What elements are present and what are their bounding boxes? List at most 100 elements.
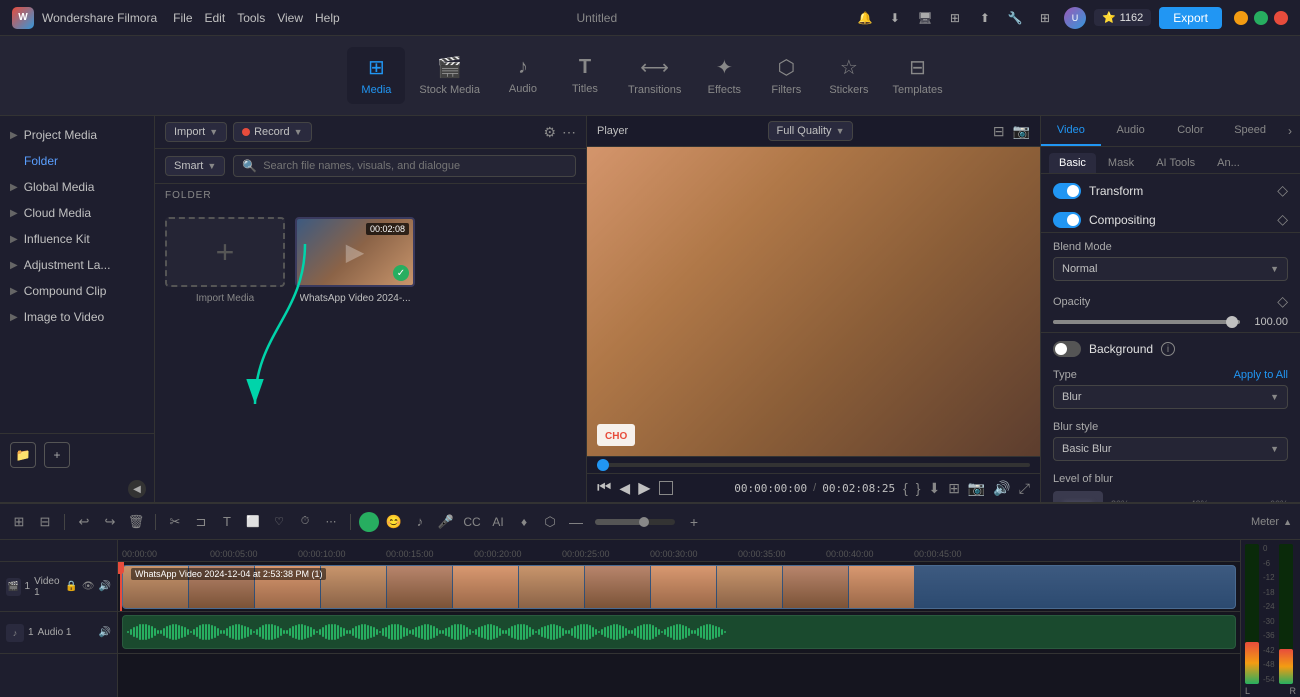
tab-color[interactable]: Color — [1161, 116, 1221, 146]
menu-view[interactable]: View — [277, 11, 303, 25]
download-icon[interactable]: ⬇ — [884, 7, 906, 29]
background-info-icon[interactable]: i — [1161, 342, 1175, 356]
tl-delete[interactable]: 🗑 — [125, 511, 147, 533]
tab-speed[interactable]: Speed — [1220, 116, 1280, 146]
media-item-whatsapp[interactable]: ▶ 00:02:08 ✓ WhatsApp Video 2024-... — [295, 217, 415, 304]
sidebar-item-global-media[interactable]: ▶ Global Media — [0, 174, 154, 200]
export-button[interactable]: Export — [1159, 7, 1222, 29]
tl-trim[interactable]: ⊐ — [190, 511, 212, 533]
search-input[interactable] — [263, 160, 567, 172]
transform-toggle[interactable] — [1053, 183, 1081, 199]
compositing-toggle[interactable] — [1053, 212, 1081, 228]
menu-tools[interactable]: Tools — [237, 11, 265, 25]
mark-out-button[interactable]: } — [916, 480, 921, 496]
menu-edit[interactable]: Edit — [205, 11, 226, 25]
sidebar-item-project-media[interactable]: ▶ Project Media — [0, 122, 154, 148]
subtab-mask[interactable]: Mask — [1098, 153, 1144, 173]
tl-speed-btn[interactable]: ⏱ — [294, 511, 316, 533]
sidebar-item-influence-kit[interactable]: ▶ Influence Kit — [0, 226, 154, 252]
tab-audio[interactable]: Audio — [1101, 116, 1161, 146]
preview-snapshot-icon[interactable]: 📷 — [1013, 123, 1030, 140]
window-maximize[interactable] — [1254, 11, 1268, 25]
tool-stock-media[interactable]: 🎬 Stock Media — [409, 47, 490, 104]
credits-display[interactable]: ⭐ 1162 — [1094, 9, 1151, 26]
tl-more-btn[interactable]: ⋯ — [320, 511, 342, 533]
prev-frame-button[interactable]: ◀ — [619, 480, 630, 497]
tool-audio[interactable]: ♪ Audio — [494, 48, 552, 103]
tool-templates[interactable]: ⊟ Templates — [882, 47, 952, 104]
tl-plus-btn[interactable]: + — [683, 511, 705, 533]
play-button[interactable]: ▶ — [638, 478, 650, 498]
smart-filter-button[interactable]: Smart ▼ — [165, 156, 225, 176]
playback-bar-container[interactable] — [597, 463, 1030, 467]
more-tabs-button[interactable]: › — [1280, 116, 1300, 146]
tl-translate-btn[interactable]: ♦ — [513, 511, 535, 533]
more-options-icon[interactable]: ⋯ — [562, 124, 576, 141]
expand-preview-button[interactable]: ⤢ — [1019, 480, 1030, 497]
opacity-slider[interactable] — [1053, 320, 1240, 324]
tl-undo[interactable]: ↩ — [73, 511, 95, 533]
sidebar-item-image-to-video[interactable]: ▶ Image to Video — [0, 304, 154, 330]
plugin-icon[interactable]: 🔧 — [1004, 7, 1026, 29]
tl-ai2-btn[interactable]: AI — [487, 511, 509, 533]
sidebar-collapse-button[interactable]: ◀ — [128, 480, 146, 498]
add-item-button[interactable]: + — [44, 442, 70, 468]
notification-bell[interactable]: 🔔 — [854, 7, 876, 29]
record-button[interactable]: Record ▼ — [233, 122, 311, 142]
apps-icon[interactable]: ⊞ — [1034, 7, 1056, 29]
tl-ai-btn[interactable]: ♡ — [268, 511, 290, 533]
tool-stickers[interactable]: ☆ Stickers — [819, 47, 878, 104]
video-mute-icon[interactable]: 🔊 — [99, 581, 111, 592]
tl-add-track[interactable]: ⊞ — [8, 511, 30, 533]
video-eye-icon[interactable]: 👁 — [82, 581, 95, 592]
subtab-ai-tools[interactable]: AI Tools — [1146, 153, 1205, 173]
compositing-expand-icon[interactable]: ◇ — [1277, 211, 1288, 228]
apply-all-button[interactable]: Apply to All — [1234, 369, 1288, 381]
menu-help[interactable]: Help — [315, 11, 340, 25]
full-screen-preview[interactable]: ⊞ — [948, 480, 960, 497]
tl-emoji-btn[interactable]: 😊 — [383, 511, 405, 533]
compositing-expand-icon-2[interactable]: ◇ — [1277, 293, 1288, 310]
blur-style-select[interactable]: Basic Blur ▼ — [1053, 437, 1288, 461]
tl-minus-btn[interactable]: — — [565, 511, 587, 533]
quality-select[interactable]: Full Quality ▼ — [768, 121, 854, 141]
tab-video[interactable]: Video — [1041, 116, 1101, 146]
import-media-item[interactable]: + Import Media — [165, 217, 285, 304]
audio-mute-icon[interactable]: 🔊 — [99, 627, 111, 638]
tool-media[interactable]: ⊞ Media — [347, 47, 405, 104]
import-button[interactable]: Import ▼ — [165, 122, 227, 142]
preview-aspect-icon[interactable]: ⊟ — [993, 123, 1005, 140]
mark-in-button[interactable]: { — [903, 480, 908, 496]
tl-green-indicator[interactable] — [359, 512, 379, 532]
tool-titles[interactable]: T Titles — [556, 48, 614, 103]
blend-mode-select[interactable]: Normal ▼ — [1053, 257, 1288, 281]
tool-filters[interactable]: ⬡ Filters — [757, 47, 815, 104]
filter-settings-icon[interactable]: ⚙ — [543, 124, 556, 141]
playhead-thumb[interactable] — [597, 459, 609, 471]
sidebar-item-compound-clip[interactable]: ▶ Compound Clip — [0, 278, 154, 304]
add-folder-button[interactable]: 📁 — [10, 442, 36, 468]
sidebar-item-folder[interactable]: Folder — [0, 148, 154, 174]
type-select[interactable]: Blur ▼ — [1053, 385, 1288, 409]
video-clip[interactable]: WhatsApp Video 2024-12-04 at 2:53:38 PM … — [122, 565, 1236, 609]
search-bar[interactable]: 🔍 — [233, 155, 576, 177]
meter-button[interactable]: Meter ▲ — [1251, 516, 1292, 528]
snapshot-button[interactable]: 📷 — [968, 480, 985, 497]
tl-subtitle-btn[interactable]: CC — [461, 511, 483, 533]
audio-clip[interactable]: document.write(Array.from({length:200},(… — [122, 615, 1236, 649]
extract-button[interactable]: ⬇ — [928, 480, 940, 497]
grid-icon[interactable]: ⊞ — [944, 7, 966, 29]
stop-button[interactable] — [659, 481, 673, 495]
subtab-basic[interactable]: Basic — [1049, 153, 1096, 173]
volume-button[interactable]: 🔊 — [993, 480, 1010, 497]
tl-settings[interactable]: ⊟ — [34, 511, 56, 533]
sidebar-item-adjustment[interactable]: ▶ Adjustment La... — [0, 252, 154, 278]
sidebar-item-cloud-media[interactable]: ▶ Cloud Media — [0, 200, 154, 226]
video-lock-icon[interactable]: 🔒 — [65, 581, 77, 592]
upload-icon[interactable]: ⬆ — [974, 7, 996, 29]
menu-file[interactable]: File — [173, 11, 192, 25]
tl-text[interactable]: T — [216, 511, 238, 533]
opacity-thumb[interactable] — [1226, 316, 1238, 328]
tl-zoom-slider[interactable] — [595, 519, 675, 525]
tl-shape[interactable]: ⬜ — [242, 511, 264, 533]
